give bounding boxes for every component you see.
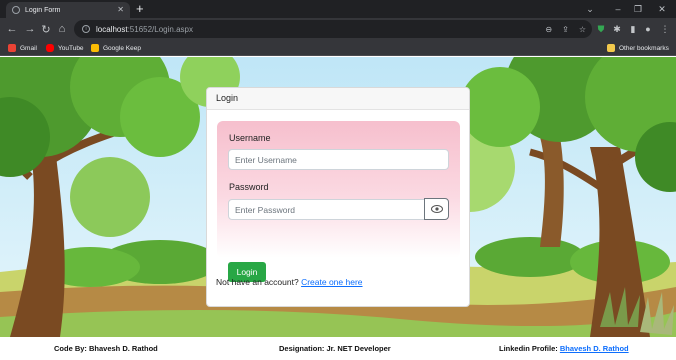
bookmark-label: Google Keep	[103, 44, 141, 52]
username-input[interactable]: Enter Username	[228, 149, 449, 170]
bookmark-youtube[interactable]: YouTube	[46, 42, 84, 54]
other-bookmarks[interactable]: Other bookmarks	[607, 42, 669, 54]
card-title: Login	[207, 88, 469, 110]
back-button[interactable]: ←	[4, 21, 20, 37]
login-form-panel: Username Enter Username Password Enter P…	[217, 121, 460, 258]
create-account-link[interactable]: Create one here	[301, 277, 362, 287]
reload-button[interactable]: ↻	[38, 21, 54, 37]
menu-icon[interactable]: ⋮	[658, 21, 672, 37]
signup-text: Not have an account?	[216, 277, 299, 287]
tab-login-form[interactable]: Login Form ✕	[6, 2, 130, 18]
side-panel-icon[interactable]: ▮	[626, 21, 640, 37]
tab-title: Login Form	[25, 6, 61, 14]
bookmarks-bar: Gmail YouTube Google Keep Other bookmark…	[0, 40, 676, 56]
close-icon[interactable]: ✕	[117, 6, 124, 14]
linkedin-profile-link[interactable]: Bhavesh D. Rathod	[560, 344, 629, 353]
folder-icon	[607, 44, 615, 52]
bookmark-gmail[interactable]: Gmail	[8, 42, 37, 54]
home-button[interactable]: ⌂	[54, 21, 70, 37]
gmail-icon	[8, 44, 16, 52]
url-text: localhost:51652/Login.aspx	[96, 25, 193, 34]
browser-window: Login Form ✕ + ⌄ – ❐ ✕ ← → ↻ ⌂ i localho…	[0, 0, 676, 360]
star-icon[interactable]: ☆	[579, 25, 586, 34]
show-password-button[interactable]	[424, 198, 449, 220]
page-viewport: Login Username Enter Username Password E…	[0, 57, 676, 337]
login-card: Login Username Enter Username Password E…	[206, 87, 470, 307]
password-label: Password	[229, 182, 269, 192]
footer-linkedin: Linkedin Profile: Bhavesh D. Rathod	[499, 344, 629, 353]
window-close-button[interactable]: ✕	[648, 0, 676, 18]
info-icon[interactable]: i	[82, 25, 90, 33]
page-footer: Code By: Bhavesh D. Rathod Designation: …	[0, 337, 676, 360]
username-label: Username	[229, 133, 271, 143]
bookmark-google-keep[interactable]: Google Keep	[91, 42, 141, 54]
other-bookmarks-label: Other bookmarks	[619, 44, 669, 52]
url-host: localhost	[96, 24, 128, 34]
share-icon[interactable]: ⇪	[562, 25, 569, 34]
omnibox-actions: ⊖ ⇪ ☆	[545, 20, 586, 38]
youtube-icon	[46, 44, 54, 52]
footer-designation: Designation: Jr. NET Developer	[279, 344, 391, 353]
bookmark-label: Gmail	[20, 44, 37, 52]
footer-code-by: Code By: Bhavesh D. Rathod	[54, 344, 158, 353]
url-path: :51652/Login.aspx	[127, 24, 193, 34]
tab-strip: Login Form ✕ + ⌄ – ❐ ✕	[0, 0, 676, 18]
globe-icon	[12, 6, 20, 14]
linkedin-label: Linkedin Profile:	[499, 344, 558, 353]
bookmark-label: YouTube	[58, 44, 84, 52]
eye-icon	[430, 205, 443, 213]
puzzle-extensions-icon[interactable]: ✱	[610, 21, 624, 37]
signup-prompt: Not have an account? Create one here	[216, 277, 363, 287]
keep-icon	[91, 44, 99, 52]
address-bar[interactable]: i localhost:51652/Login.aspx ⊖ ⇪ ☆	[74, 20, 592, 38]
profile-icon[interactable]: ●	[641, 21, 655, 37]
chevron-down-icon[interactable]: ⌄	[576, 0, 604, 18]
forward-button[interactable]: →	[22, 21, 38, 37]
new-tab-button[interactable]: +	[136, 1, 144, 17]
password-input[interactable]: Enter Password	[228, 199, 425, 220]
zoom-icon[interactable]: ⊖	[545, 25, 552, 34]
browser-toolbar: ← → ↻ ⌂ i localhost:51652/Login.aspx ⊖ ⇪…	[0, 18, 676, 40]
shield-extension-icon[interactable]: ⛊	[594, 21, 608, 37]
